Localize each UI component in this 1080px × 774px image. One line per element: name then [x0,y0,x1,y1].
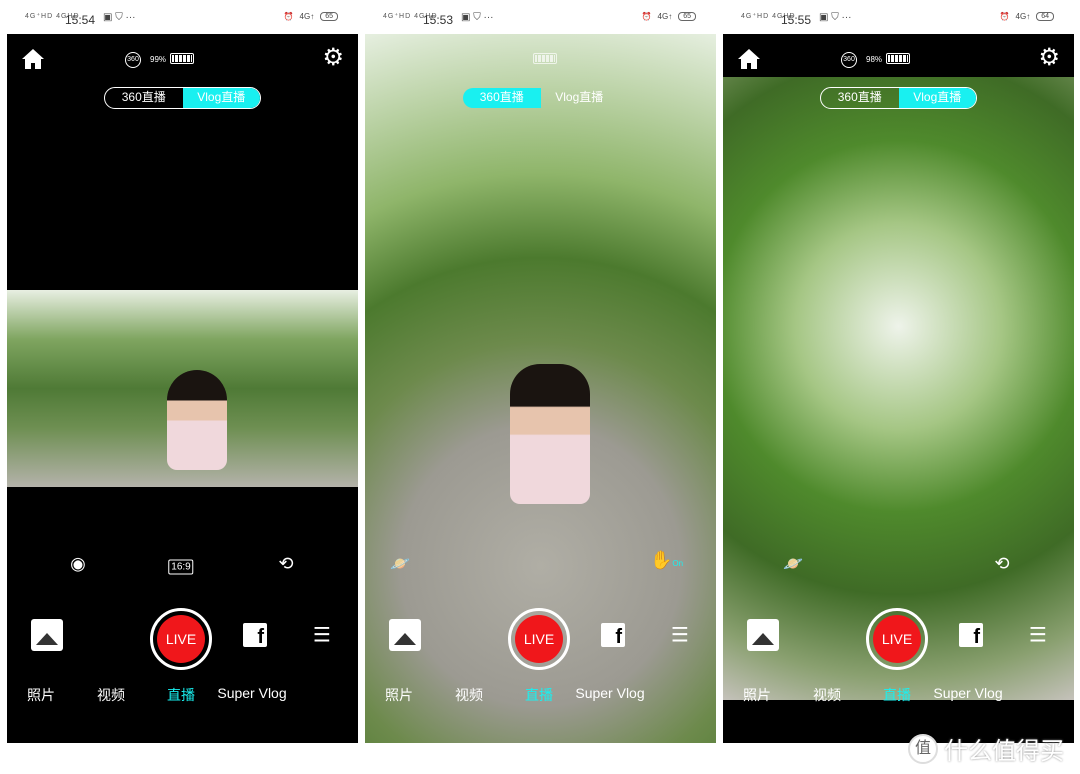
camera-battery-icon [533,53,557,64]
tab-360-live[interactable]: 360直播 [821,88,899,108]
status-right: ⏰ 4G↑ 64 [1000,12,1054,21]
status-bar: 4G⁺HD 4GHD 15:54 ▣ ⛉ ··· ⏰ 4G↑ 65 [7,0,358,34]
tab-360-live[interactable]: 360直播 [463,88,541,108]
tab-vlog-live[interactable]: Vlog直播 [541,88,619,108]
live-type-switch: 360直播 Vlog直播 [104,87,261,109]
camera-battery-icon [886,53,910,64]
camera-battery-percent: 98% [866,55,883,64]
aspect-ratio-label: 16:9 [168,559,194,575]
watermark: 值 什么值得买 [908,731,1064,766]
tab-vlog-live[interactable]: Vlog直播 [182,88,260,108]
mode-live[interactable]: 直播 [167,685,195,705]
mode-super-vlog[interactable]: Super Vlog [217,685,286,701]
status-time: 15:53 [423,13,454,27]
status-time: 15:55 [781,13,812,27]
aspect-ratio-button[interactable]: 16:9 [168,554,194,575]
camera-battery-icon [170,53,194,64]
network-icon: 4G↑ [657,12,673,21]
camera-360-icon: 360 [125,52,141,68]
lens-icon[interactable]: ◉ [70,554,86,575]
live-button[interactable]: LIVE [508,608,570,670]
alarm-icon: ⏰ [641,12,652,21]
status-time: 15:54 [65,13,96,27]
live-label: LIVE [157,615,205,663]
settings-icon[interactable]: ⚙ [322,46,344,70]
gallery-icon[interactable] [389,619,421,651]
facebook-icon[interactable]: f [243,623,267,648]
mode-photo[interactable]: 照片 [27,685,55,705]
mode-live[interactable]: 直播 [883,685,911,705]
live-label: LIVE [873,615,921,663]
gesture-control-toggle[interactable]: ✋On [650,550,683,571]
status-bar: 4G⁺HD 4GHD 15:55 ▣ ⛉ ··· ⏰ 4G↑ 64 [723,0,1074,34]
camera-360-icon: 360 [841,52,857,68]
live-button[interactable]: LIVE [150,608,212,670]
tab-360-live[interactable]: 360直播 [105,88,183,108]
status-bar: 4G⁺HD 4GHD 15:53 ▣ ⛉ ··· ⏰ 4G↑ 65 [365,0,716,34]
network-icon: 4G↑ [299,12,315,21]
home-icon[interactable] [737,48,761,70]
notification-icons: ▣ ⛉ ··· [819,12,852,23]
phone-battery: 65 [678,12,696,21]
status-right: ⏰ 4G↑ 65 [284,12,338,21]
alarm-icon: ⏰ [999,12,1010,21]
adjustments-icon[interactable]: ☰ [671,623,689,648]
person-in-preview [167,370,227,470]
mode-super-vlog[interactable]: Super Vlog [933,685,1002,701]
watermark-badge: 值 [908,733,938,764]
tab-vlog-live[interactable]: Vlog直播 [898,88,976,108]
mode-video[interactable]: 视频 [455,685,483,705]
live-label: LIVE [515,615,563,663]
watermark-text: 什么值得买 [944,738,1064,765]
camera-app: ⚙ 360 98% 360直播 Vlog直播 🪐 ⟲ LIVE f ☰ 照片 视频 直播 Super Vl… [723,34,1074,743]
live-preview[interactable] [723,77,1074,700]
live-type-switch: 360直播 Vlog直播 [820,87,977,109]
phone-battery: 65 [320,12,338,21]
live-button[interactable]: LIVE [866,608,928,670]
phone-battery: 64 [1036,12,1054,21]
camera-app: 360直播 Vlog直播 🪐 ✋On LIVE f ☰ 照片 视频 直播 Super Vlog [365,34,716,743]
hand-icon: ✋ [650,550,673,570]
alarm-icon: ⏰ [283,12,294,21]
gesture-state: On [672,559,684,568]
facebook-icon[interactable]: f [959,623,983,648]
camera-battery-percent: 99% [150,55,167,64]
status-right: ⏰ 4G↑ 65 [642,12,696,21]
notification-icons: ▣ ⛉ ··· [103,12,136,23]
mode-photo[interactable]: 照片 [385,685,413,705]
home-icon[interactable] [21,48,45,70]
adjustments-icon[interactable]: ☰ [313,623,331,648]
phone-screen-3: 4G⁺HD 4GHD 15:55 ▣ ⛉ ··· ⏰ 4G↑ 64 ⚙ 360 98% 360直播… [723,0,1074,743]
settings-icon[interactable]: ⚙ [1038,46,1060,70]
network-icon: 4G↑ [1015,12,1031,21]
mode-photo[interactable]: 照片 [743,685,771,705]
phone-screen-2: 4G⁺HD 4GHD 15:53 ▣ ⛉ ··· ⏰ 4G↑ 65 360直播 Vlog直播 🪐… [365,0,716,743]
flip-camera-icon[interactable]: ⟲ [278,554,293,575]
person-in-preview [510,364,590,504]
tiny-planet-icon[interactable]: 🪐 [390,554,410,574]
gallery-icon[interactable] [31,619,63,651]
facebook-icon[interactable]: f [601,623,625,648]
flip-camera-icon[interactable]: ⟲ [994,554,1009,575]
mode-video[interactable]: 视频 [813,685,841,705]
notification-icons: ▣ ⛉ ··· [461,12,494,23]
mode-super-vlog[interactable]: Super Vlog [575,685,644,701]
tiny-planet-icon[interactable]: 🪐 [783,554,803,574]
camera-app: ⚙ 360 99% 360直播 Vlog直播 ◉ 16:9 ⟲ LIVE f ☰ 照片 视频 直播 Supe… [7,34,358,743]
adjustments-icon[interactable]: ☰ [1029,623,1047,648]
phone-screen-1: 4G⁺HD 4GHD 15:54 ▣ ⛉ ··· ⏰ 4G↑ 65 ⚙ 360 99% 360直播… [7,0,358,743]
live-preview[interactable] [7,290,358,487]
gallery-icon[interactable] [747,619,779,651]
mode-live[interactable]: 直播 [525,685,553,705]
mode-video[interactable]: 视频 [97,685,125,705]
live-type-switch: 360直播 Vlog直播 [462,87,619,109]
